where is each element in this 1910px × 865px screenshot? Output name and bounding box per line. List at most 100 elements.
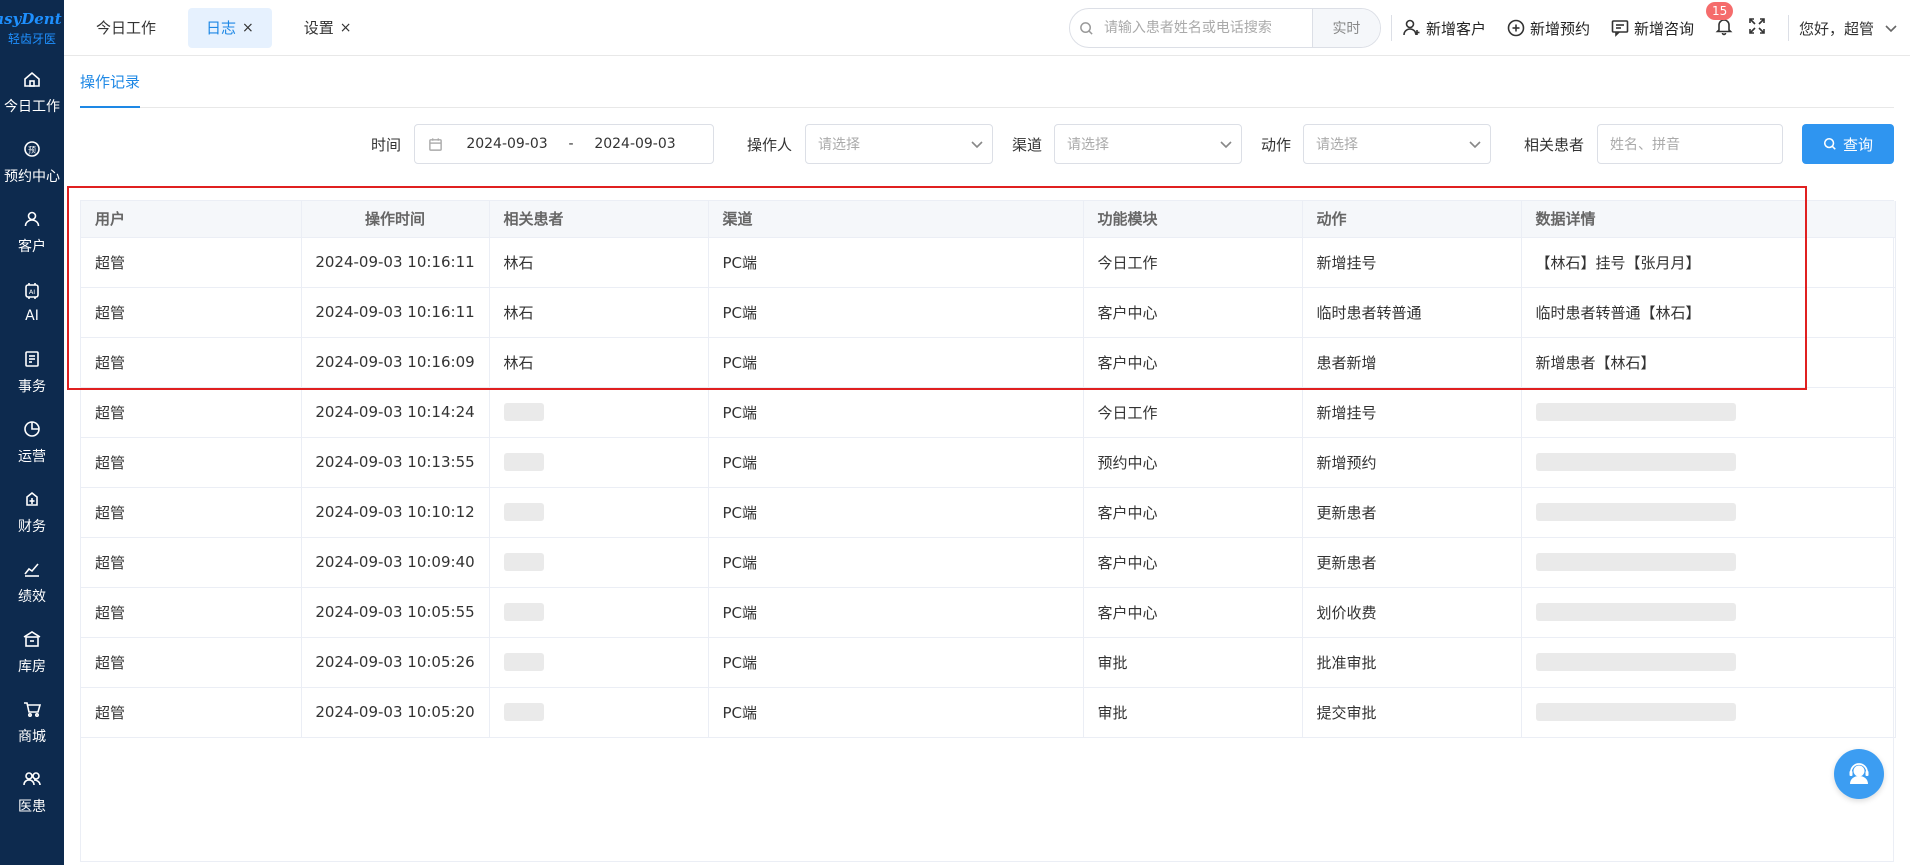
redacted-value xyxy=(1535,403,1736,422)
sidebar-item-label: 绩效 xyxy=(18,589,46,605)
fullscreen-button[interactable] xyxy=(1748,17,1766,39)
sidebar-item-label: 商城 xyxy=(18,729,46,745)
tab-0[interactable]: 今日工作 xyxy=(78,8,174,48)
date-range-picker[interactable]: 2024-09-03 - 2024-09-03 xyxy=(414,124,714,164)
cell-channel: PC端 xyxy=(708,337,1084,388)
column-header: 渠道 xyxy=(708,201,1084,238)
user-menu[interactable]: 您好，超管 xyxy=(1799,18,1898,39)
cell-time: 2024-09-03 10:16:09 xyxy=(301,337,490,388)
table-row[interactable]: 超管 2024-09-03 10:14:24 PC端 今日工作 新增挂号 xyxy=(81,387,1896,438)
cell-detail: 新增患者【林石】 xyxy=(1521,337,1896,388)
realtime-search-button[interactable]: 实时 xyxy=(1311,9,1380,47)
table-row[interactable]: 超管 2024-09-03 10:05:55 PC端 客户中心 划价收费 xyxy=(81,587,1896,638)
query-button-label: 查询 xyxy=(1842,135,1873,154)
close-icon[interactable]: × xyxy=(340,20,352,36)
date-end[interactable]: 2024-09-03 xyxy=(583,136,687,152)
sidebar-item-label: 今日工作 xyxy=(4,99,60,115)
sidebar-item-3[interactable]: AI AI xyxy=(0,266,64,336)
cell-user: 超管 xyxy=(81,337,302,388)
sidebar-item-10[interactable]: 医患 xyxy=(0,756,64,826)
add-customer-button[interactable]: 新增客户 xyxy=(1402,18,1486,39)
redacted-value xyxy=(503,603,544,622)
sidebar-item-6[interactable]: 财务 xyxy=(0,476,64,546)
notification-button[interactable]: 15 xyxy=(1705,2,1734,40)
cell-patient xyxy=(489,437,709,488)
query-button[interactable]: 查询 xyxy=(1802,124,1894,164)
column-header: 功能模块 xyxy=(1083,201,1303,238)
notification-badge: 15 xyxy=(1705,2,1734,20)
redacted-value xyxy=(503,703,544,722)
table-row[interactable]: 超管 2024-09-03 10:09:40 PC端 客户中心 更新患者 xyxy=(81,537,1896,588)
sidebar-item-5[interactable]: 运营 xyxy=(0,406,64,476)
operator-select-placeholder: 请选择 xyxy=(818,137,860,153)
sidebar-item-0[interactable]: 今日工作 xyxy=(0,56,64,126)
sidebar-item-9[interactable]: 商城 xyxy=(0,686,64,756)
cell-module: 客户中心 xyxy=(1083,487,1303,538)
add-user-icon xyxy=(1403,19,1420,36)
sidebar-item-7[interactable]: 绩效 xyxy=(0,546,64,616)
close-icon[interactable]: × xyxy=(242,20,254,36)
operator-select[interactable]: 请选择 xyxy=(805,124,993,164)
channel-select[interactable]: 请选择 xyxy=(1054,124,1242,164)
ai-icon: AI xyxy=(19,278,45,304)
cell-user: 超管 xyxy=(81,387,302,438)
table-row[interactable]: 超管 2024-09-03 10:10:12 PC端 客户中心 更新患者 xyxy=(81,487,1896,538)
cell-user: 超管 xyxy=(81,437,302,488)
cell-action: 批准审批 xyxy=(1302,637,1522,688)
redacted-value xyxy=(1535,453,1736,472)
cell-action: 临时患者转普通 xyxy=(1302,287,1522,338)
add-consult-label: 新增咨询 xyxy=(1633,19,1694,38)
logo-text: asyDent xyxy=(0,10,62,28)
cell-module: 客户中心 xyxy=(1083,587,1303,638)
cell-action: 提交审批 xyxy=(1302,687,1522,738)
sidebar-item-label: 库房 xyxy=(18,659,46,675)
cell-action: 新增挂号 xyxy=(1302,387,1522,438)
tab-operation-records[interactable]: 操作记录 xyxy=(80,56,141,108)
table-row[interactable]: 超管 2024-09-03 10:16:11 林石 PC端 客户中心 临时患者转普通 临时患… xyxy=(81,287,1896,338)
cell-time: 2024-09-03 10:14:24 xyxy=(301,387,490,438)
header-divider xyxy=(1787,15,1789,41)
cell-detail xyxy=(1521,487,1896,538)
date-start[interactable]: 2024-09-03 xyxy=(455,136,559,152)
chevron-down-icon xyxy=(1460,137,1490,151)
table-row[interactable]: 超管 2024-09-03 10:13:55 PC端 预约中心 新增预约 xyxy=(81,437,1896,488)
sidebar-item-label: AI xyxy=(25,308,39,324)
patient-search-input[interactable] xyxy=(1103,9,1312,47)
cell-time: 2024-09-03 10:16:11 xyxy=(301,287,490,338)
app-logo[interactable]: asyDent 轻齿牙医 xyxy=(0,0,64,56)
cell-time: 2024-09-03 10:05:26 xyxy=(301,637,490,688)
cell-channel: PC端 xyxy=(708,387,1084,438)
table-row[interactable]: 超管 2024-09-03 10:16:11 林石 PC端 今日工作 新增挂号 【林石】挂号… xyxy=(81,237,1896,288)
tab-2[interactable]: 设置 × xyxy=(286,8,370,48)
table-row[interactable]: 超管 2024-09-03 10:05:20 PC端 审批 提交审批 xyxy=(81,687,1896,738)
redacted-value xyxy=(503,553,544,572)
table-row[interactable]: 超管 2024-09-03 10:16:09 林石 PC端 客户中心 患者新增 新增患者【林… xyxy=(81,337,1896,388)
action-select[interactable]: 请选择 xyxy=(1303,124,1491,164)
chevron-down-icon xyxy=(1885,25,1897,33)
cell-action: 新增挂号 xyxy=(1302,237,1522,288)
sidebar-item-8[interactable]: 库房 xyxy=(0,616,64,686)
add-appointment-button[interactable]: 新增预约 xyxy=(1506,18,1590,39)
patient-filter-field[interactable]: 姓名、拼音 xyxy=(1597,124,1783,164)
table-row[interactable]: 超管 2024-09-03 10:05:26 PC端 审批 批准审批 xyxy=(81,637,1896,688)
cell-action: 划价收费 xyxy=(1302,587,1522,638)
column-header: 用户 xyxy=(81,201,302,238)
sidebar-item-4[interactable]: 事务 xyxy=(0,336,64,406)
sidebar-item-2[interactable]: 客户 xyxy=(0,196,64,266)
cell-user: 超管 xyxy=(81,487,302,538)
cell-patient: 林石 xyxy=(489,337,709,388)
cell-channel: PC端 xyxy=(708,537,1084,588)
search-icon xyxy=(1823,137,1836,150)
tab-1[interactable]: 日志 × xyxy=(188,7,272,48)
tab-label: 设置 xyxy=(303,19,334,37)
add-consult-button[interactable]: 新增咨询 xyxy=(1610,18,1694,39)
logo-subtitle: 轻齿牙医 xyxy=(7,32,56,46)
cell-module: 审批 xyxy=(1083,637,1303,688)
cell-action: 新增预约 xyxy=(1302,437,1522,488)
cell-channel: PC端 xyxy=(708,637,1084,688)
customer-service-button[interactable] xyxy=(1834,749,1884,799)
home-icon xyxy=(19,66,45,92)
chevron-down-icon xyxy=(1211,137,1241,151)
redacted-value xyxy=(1535,603,1736,622)
cell-patient xyxy=(489,537,709,588)
